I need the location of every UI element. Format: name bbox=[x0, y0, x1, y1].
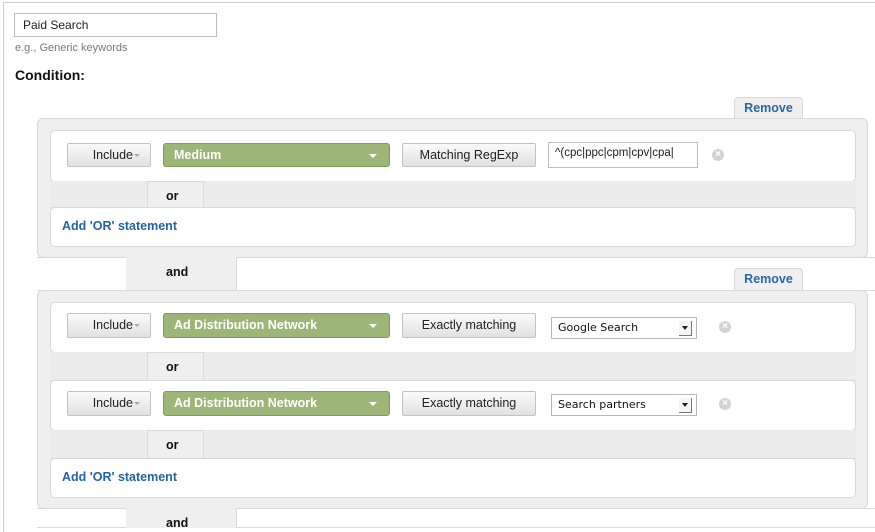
dropdown-arrow-icon bbox=[679, 321, 692, 336]
and-connector: and bbox=[166, 265, 189, 279]
close-circle-icon[interactable]: × bbox=[712, 149, 724, 161]
connector-spacer bbox=[37, 257, 127, 291]
connector-spacer bbox=[50, 352, 148, 381]
add-or-statement-link[interactable]: Add 'OR' statement bbox=[62, 470, 177, 484]
connector-spacer bbox=[203, 352, 856, 381]
chevron-down-icon bbox=[369, 154, 377, 158]
connector-spacer bbox=[203, 430, 856, 459]
value-select[interactable]: Google Search bbox=[551, 317, 697, 339]
match-type-button[interactable]: Matching RegExp bbox=[402, 143, 536, 167]
connector-spacer bbox=[236, 508, 875, 528]
include-label: Include bbox=[92, 396, 133, 410]
value-select[interactable]: Search partners bbox=[551, 394, 697, 416]
connector-spacer bbox=[50, 430, 148, 459]
chevron-down-icon bbox=[134, 154, 140, 158]
connector-spacer bbox=[37, 508, 127, 528]
include-dropdown[interactable]: Include bbox=[67, 313, 151, 338]
match-type-button[interactable]: Exactly matching bbox=[402, 391, 536, 416]
and-connector-bg: and bbox=[126, 508, 237, 528]
chevron-down-icon bbox=[134, 402, 140, 406]
close-circle-icon[interactable]: × bbox=[719, 398, 731, 410]
or-connector: or bbox=[166, 438, 179, 452]
include-label: Include bbox=[92, 148, 133, 162]
remove-group-button[interactable]: Remove bbox=[734, 97, 803, 119]
dimension-label: Ad Distribution Network bbox=[174, 318, 318, 332]
close-circle-icon[interactable]: × bbox=[719, 321, 731, 333]
include-dropdown[interactable]: Include bbox=[67, 391, 151, 416]
segment-name-input[interactable] bbox=[14, 13, 217, 37]
dimension-select[interactable]: Medium bbox=[163, 143, 390, 167]
dimension-select[interactable]: Ad Distribution Network bbox=[163, 391, 390, 416]
dropdown-arrow-icon bbox=[679, 398, 692, 413]
chevron-down-icon bbox=[369, 324, 377, 328]
value-select-label: Search partners bbox=[558, 398, 646, 411]
dimension-label: Ad Distribution Network bbox=[174, 396, 318, 410]
connector-spacer bbox=[203, 181, 856, 208]
or-connector: or bbox=[166, 189, 179, 203]
remove-group-button[interactable]: Remove bbox=[734, 268, 803, 291]
value-select-label: Google Search bbox=[558, 321, 639, 334]
or-connector: or bbox=[166, 360, 179, 374]
chevron-down-icon bbox=[134, 324, 140, 328]
match-type-button[interactable]: Exactly matching bbox=[402, 313, 536, 338]
value-input[interactable]: ^(cpc|ppc|cpm|cpv|cpa| bbox=[548, 142, 698, 168]
connector-spacer bbox=[50, 181, 148, 208]
include-dropdown[interactable]: Include bbox=[67, 143, 151, 167]
chevron-down-icon bbox=[369, 402, 377, 406]
dimension-label: Medium bbox=[174, 148, 222, 162]
dimension-select[interactable]: Ad Distribution Network bbox=[163, 313, 390, 338]
include-label: Include bbox=[92, 318, 133, 332]
condition-heading: Condition: bbox=[15, 67, 85, 83]
segment-name-hint: e.g., Generic keywords bbox=[15, 42, 128, 54]
and-connector: and bbox=[166, 516, 189, 528]
add-or-statement-link[interactable]: Add 'OR' statement bbox=[62, 219, 177, 233]
